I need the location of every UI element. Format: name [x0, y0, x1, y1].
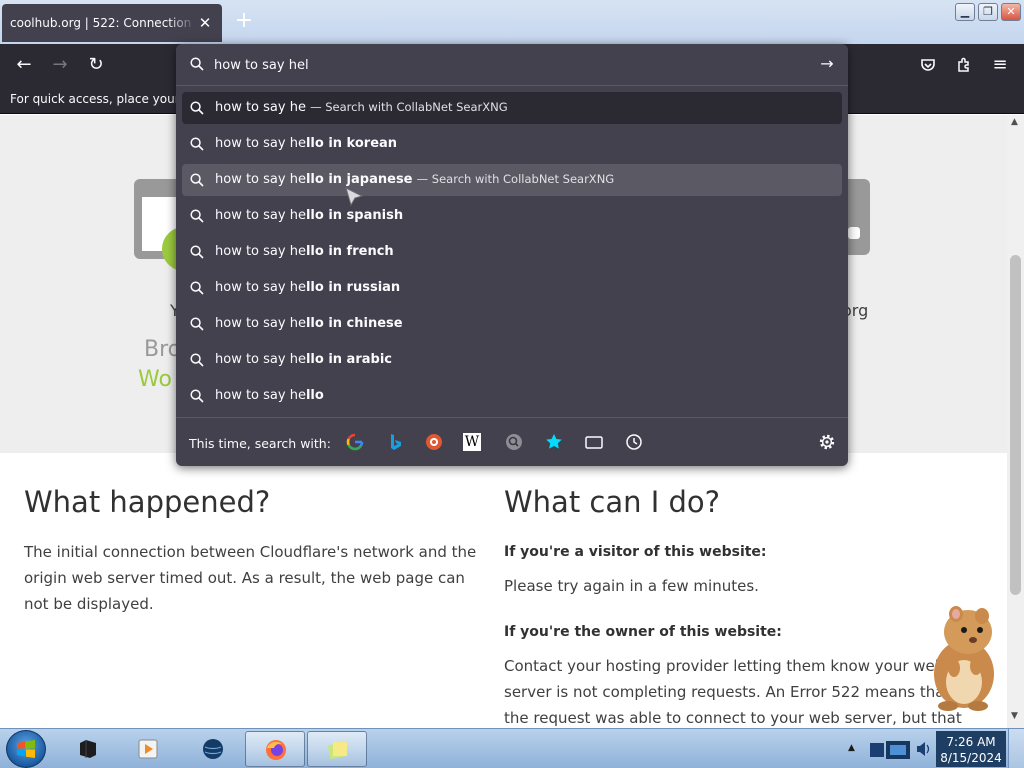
- search-icon: [190, 245, 204, 259]
- what-can-i-do-section: What can I do? If you're a visitor of th…: [504, 485, 964, 728]
- suggestion-row[interactable]: how to say hello in spanish: [182, 200, 842, 232]
- clock[interactable]: 7:26 AM 8/15/2024: [936, 731, 1006, 767]
- suggestion-text: how to say hello in chinese: [215, 316, 403, 331]
- sticky-notes-icon: [327, 742, 347, 760]
- owner-heading: If you're the owner of this website:: [504, 624, 782, 640]
- suggestion-text: how to say he — Search with CollabNet Se…: [215, 100, 508, 115]
- what-happened-section: What happened? The initial connection be…: [24, 485, 484, 617]
- title-bar: coolhub.org | 522: Connection timed out …: [0, 0, 1024, 44]
- clock-time: 7:26 AM: [946, 735, 996, 749]
- tabs-icon[interactable]: [583, 431, 605, 453]
- what-can-i-do-title: What can I do?: [504, 485, 721, 519]
- maximize-button[interactable]: ❐: [978, 3, 998, 21]
- one-off-search-bar: This time, search with: W: [176, 417, 848, 466]
- close-tab-icon[interactable]: ✕: [196, 14, 214, 32]
- search-icon: [190, 57, 204, 71]
- visitor-heading: If you're a visitor of this website:: [504, 544, 767, 560]
- suggestion-text: how to say hello in japanese — Search wi…: [215, 172, 615, 187]
- minimize-button[interactable]: ▁: [955, 3, 975, 21]
- suggestion-row[interactable]: how to say hello: [182, 380, 842, 412]
- what-happened-body: The initial connection between Cloudflar…: [24, 543, 477, 613]
- search-icon: [190, 281, 204, 295]
- bookmarks-star-icon[interactable]: [543, 431, 565, 453]
- search-icon: [190, 173, 204, 187]
- volume-icon[interactable]: [916, 741, 930, 757]
- history-icon[interactable]: [623, 431, 645, 453]
- terminal-app-icon: [80, 740, 96, 758]
- suggestion-row[interactable]: how to say hello in french: [182, 236, 842, 268]
- suggestion-text: how to say hello in korean: [215, 136, 398, 151]
- reload-button[interactable]: ↻: [83, 53, 109, 77]
- host-illustration-icon: [848, 179, 870, 255]
- url-input[interactable]: [214, 54, 794, 76]
- tab-title: coolhub.org | 522: Connection timed out: [10, 16, 196, 30]
- taskbar-network-globe[interactable]: [183, 731, 243, 767]
- scroll-thumb[interactable]: [1010, 255, 1021, 595]
- suggestion-text: how to say hello in french: [215, 244, 394, 259]
- page-scrollbar[interactable]: ▲ ▼: [1007, 115, 1024, 728]
- urlbar: →: [176, 44, 848, 86]
- wikipedia-icon[interactable]: W: [463, 433, 481, 451]
- go-arrow-icon[interactable]: →: [816, 53, 838, 75]
- taskbar-firefox[interactable]: [245, 731, 305, 767]
- urlbar-dropdown: → how to say he — Search with CollabNet …: [176, 44, 848, 466]
- taskbar-sticky-notes[interactable]: [307, 731, 367, 767]
- searxng-icon[interactable]: [503, 431, 525, 453]
- tab-active[interactable]: coolhub.org | 522: Connection timed out …: [2, 4, 222, 42]
- suggestion-row[interactable]: how to say hello in russian: [182, 272, 842, 304]
- suggestion-row[interactable]: how to say hello in chinese: [182, 308, 842, 340]
- windows-logo-icon: [17, 740, 35, 758]
- gear-icon[interactable]: [816, 431, 838, 453]
- search-icon: [190, 101, 204, 115]
- start-button[interactable]: [6, 730, 46, 768]
- suggestion-row[interactable]: how to say hello in japanese — Search wi…: [182, 164, 842, 196]
- network-status-icon[interactable]: [868, 739, 914, 761]
- search-icon: [190, 353, 204, 367]
- show-desktop-button[interactable]: [1008, 729, 1024, 768]
- back-button[interactable]: ←: [11, 53, 37, 77]
- taskbar-terminal[interactable]: [58, 731, 118, 767]
- new-tab-button[interactable]: +: [232, 10, 256, 34]
- search-icon: [190, 209, 204, 223]
- search-icon: [190, 317, 204, 331]
- app-menu-button[interactable]: ≡: [987, 53, 1013, 77]
- suggestion-text: how to say hello in spanish: [215, 208, 404, 223]
- search-icon: [190, 389, 204, 403]
- extensions-icon[interactable]: [951, 53, 977, 77]
- suggestion-text: how to say hello in russian: [215, 280, 401, 295]
- visitor-body: Please try again in a few minutes.: [504, 577, 759, 595]
- pocket-icon[interactable]: [915, 53, 941, 77]
- duckduckgo-icon[interactable]: [423, 431, 445, 453]
- suggestion-text: how to say hello in arabic: [215, 352, 392, 367]
- mouse-cursor-icon: [345, 187, 364, 207]
- owner-body: Contact your hosting provider letting th…: [504, 657, 962, 727]
- search-icon: [190, 137, 204, 151]
- suggestion-row[interactable]: how to say hello in arabic: [182, 344, 842, 376]
- hamster-mascot-icon: [934, 606, 994, 711]
- show-hidden-icons-icon[interactable]: ▲: [848, 743, 855, 753]
- taskbar-media-player[interactable]: [118, 731, 178, 767]
- taskbar: ▲ 7:26 AM 8/15/2024: [0, 728, 1024, 768]
- system-tray: ▲ 7:26 AM 8/15/2024: [840, 729, 1024, 768]
- google-icon[interactable]: [344, 431, 366, 453]
- suggestion-row[interactable]: how to say he — Search with CollabNet Se…: [182, 92, 842, 124]
- one-off-label: This time, search with:: [189, 436, 331, 451]
- suggestion-text: how to say hello: [215, 388, 324, 403]
- what-happened-title: What happened?: [24, 485, 271, 519]
- scroll-down-arrow-icon[interactable]: ▼: [1011, 711, 1018, 721]
- clock-date: 8/15/2024: [940, 751, 1002, 765]
- window-close-button[interactable]: ✕: [1001, 3, 1021, 21]
- suggestion-row[interactable]: how to say hello in korean: [182, 128, 842, 160]
- firefox-icon: [266, 740, 286, 760]
- forward-button[interactable]: →: [47, 53, 73, 77]
- bing-icon[interactable]: [384, 431, 406, 453]
- diagram-working-label: Wo: [138, 367, 172, 392]
- media-player-icon: [138, 739, 158, 759]
- globe-icon: [203, 739, 223, 759]
- scroll-up-arrow-icon[interactable]: ▲: [1011, 117, 1018, 127]
